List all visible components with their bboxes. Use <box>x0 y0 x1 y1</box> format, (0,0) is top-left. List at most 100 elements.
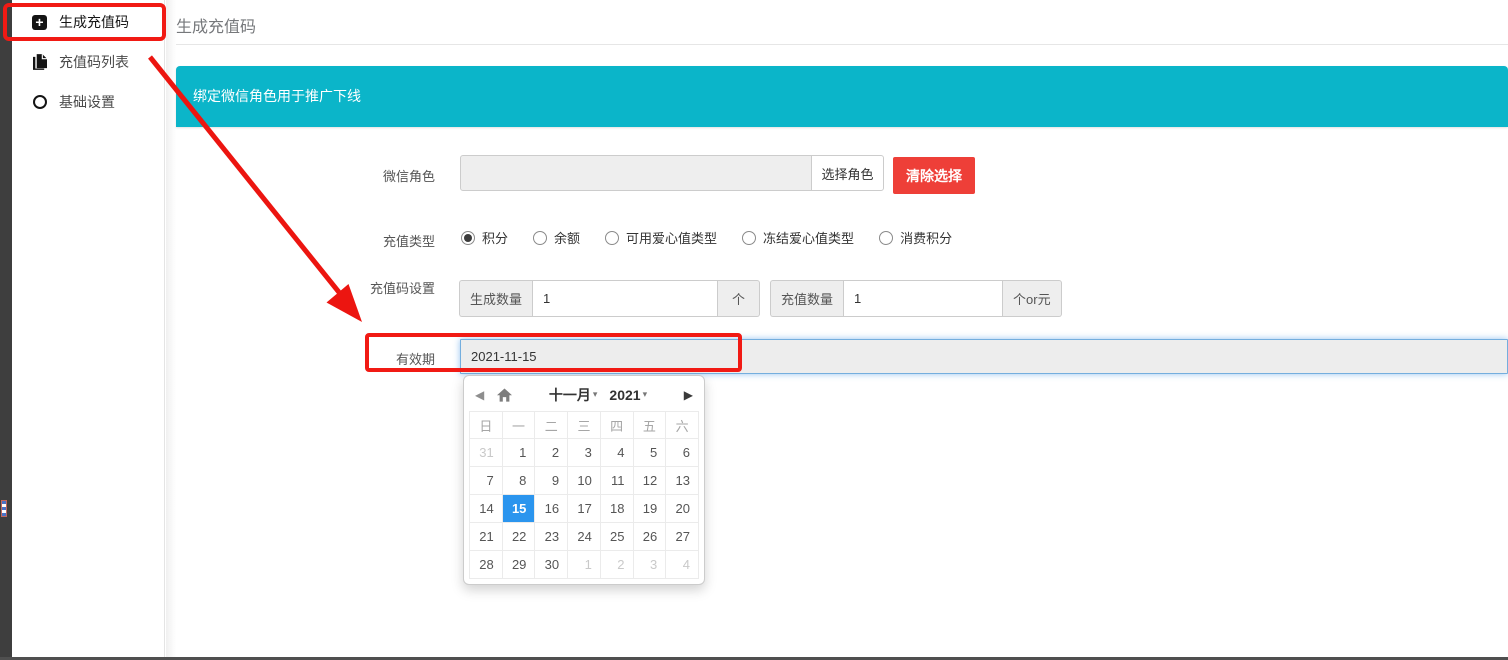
calendar-day[interactable]: 30 <box>535 551 568 579</box>
wechat-role-input[interactable] <box>460 155 812 191</box>
recharge-type-option-余额[interactable]: 余额 <box>533 228 580 247</box>
recharge-type-label: 充值类型 <box>176 231 435 250</box>
sidebar-item-基础设置[interactable]: 基础设置 <box>12 82 164 122</box>
calendar-day[interactable]: 20 <box>666 495 699 523</box>
calendar-day-selected[interactable]: 15 <box>502 495 535 523</box>
calendar-day[interactable]: 3 <box>568 439 601 467</box>
clear-selection-button[interactable]: 清除选择 <box>893 157 975 194</box>
generate-qty-group: 生成数量 个 <box>459 280 760 317</box>
wechat-role-label: 微信角色 <box>176 166 435 185</box>
radio-label: 积分 <box>482 228 508 247</box>
radio-icon <box>605 231 619 245</box>
calendar-day[interactable]: 4 <box>600 439 633 467</box>
calendar-day-header: 五 <box>633 412 666 439</box>
calendar-day[interactable]: 16 <box>535 495 568 523</box>
calendar-day[interactable]: 24 <box>568 523 601 551</box>
sidebar-item-充值码列表[interactable]: 充值码列表 <box>12 42 164 82</box>
calendar-day[interactable]: 9 <box>535 467 568 495</box>
page-title: 生成充值码 <box>176 13 256 37</box>
year-select[interactable]: 2021 <box>609 387 640 403</box>
calendar-day[interactable]: 28 <box>470 551 503 579</box>
title-divider <box>176 44 1508 45</box>
calendar-day[interactable]: 10 <box>568 467 601 495</box>
calendar-day-header: 六 <box>666 412 699 439</box>
calendar-table: 日一二三四五六 31123456789101112131415161718192… <box>469 411 699 579</box>
sidebar-item-label: 充值码列表 <box>59 52 129 72</box>
calendar-day[interactable]: 2 <box>600 551 633 579</box>
datepicker-popup: ◀ 十一月 ▾ 2021 ▾ ▶ 日一二三四五六 311234567891011… <box>463 375 705 585</box>
calendar-day[interactable]: 18 <box>600 495 633 523</box>
window-edge-strip <box>0 0 12 660</box>
datepicker-header: ◀ 十一月 ▾ 2021 ▾ ▶ <box>469 381 699 408</box>
calendar-day[interactable]: 1 <box>568 551 601 579</box>
radio-label: 可用爱心值类型 <box>626 228 717 247</box>
calendar-day[interactable]: 25 <box>600 523 633 551</box>
recharge-qty-input[interactable] <box>843 280 1003 317</box>
month-caret-icon[interactable]: ▾ <box>593 389 598 400</box>
validity-label: 有效期 <box>176 349 435 368</box>
radio-icon <box>742 231 756 245</box>
sidebar-item-生成充值码[interactable]: + 生成充值码 <box>12 2 164 42</box>
calendar-day[interactable]: 8 <box>502 467 535 495</box>
calendar-day[interactable]: 26 <box>633 523 666 551</box>
calendar-day[interactable]: 27 <box>666 523 699 551</box>
recharge-type-options: 积分 余额 可用爱心值类型 冻结爱心值类型 消费积分 <box>461 229 952 246</box>
generate-qty-addon: 生成数量 <box>459 280 532 317</box>
validity-date-input[interactable] <box>460 339 1508 374</box>
calendar-day-header: 日 <box>470 412 503 439</box>
calendar-day[interactable]: 22 <box>502 523 535 551</box>
sidebar: + 生成充值码充值码列表基础设置 <box>12 0 165 657</box>
radio-label: 消费积分 <box>900 228 952 247</box>
radio-icon <box>533 231 547 245</box>
calendar-day[interactable]: 5 <box>633 439 666 467</box>
panel-heading: 绑定微信角色用于推广下线 <box>176 66 1508 127</box>
calendar-day-header: 二 <box>535 412 568 439</box>
year-caret-icon[interactable]: ▾ <box>643 389 648 400</box>
calendar-day[interactable]: 6 <box>666 439 699 467</box>
recharge-qty-unit: 个or元 <box>1003 280 1062 317</box>
prev-month-icon[interactable]: ◀ <box>475 389 484 401</box>
code-settings-label: 充值码设置 <box>176 278 435 297</box>
generate-qty-input[interactable] <box>532 280 718 317</box>
calendar-day[interactable]: 17 <box>568 495 601 523</box>
radio-icon <box>879 231 893 245</box>
sidebar-item-label: 生成充值码 <box>59 12 129 32</box>
calendar-day[interactable]: 31 <box>470 439 503 467</box>
calendar-day[interactable]: 1 <box>502 439 535 467</box>
recharge-qty-group: 充值数量 个or元 <box>770 280 1062 317</box>
sidebar-item-label: 基础设置 <box>59 92 115 112</box>
radio-selected-icon <box>461 231 475 245</box>
copy-icon <box>31 54 48 70</box>
calendar-day[interactable]: 2 <box>535 439 568 467</box>
calendar-day-header: 四 <box>600 412 633 439</box>
recharge-type-option-消费积分[interactable]: 消费积分 <box>879 228 952 247</box>
calendar-day[interactable]: 4 <box>666 551 699 579</box>
recharge-type-option-可用爱心值类型[interactable]: 可用爱心值类型 <box>605 228 717 247</box>
home-icon[interactable] <box>497 388 512 402</box>
month-select[interactable]: 十一月 <box>549 385 591 405</box>
radio-label: 冻结爱心值类型 <box>763 228 854 247</box>
sidebar-nav: + 生成充值码充值码列表基础设置 <box>12 2 164 122</box>
calendar-day[interactable]: 14 <box>470 495 503 523</box>
plus-square-icon: + <box>31 15 48 30</box>
calendar-day-header: 一 <box>502 412 535 439</box>
circle-icon <box>31 95 48 109</box>
calendar-day[interactable]: 12 <box>633 467 666 495</box>
calendar-day[interactable]: 7 <box>470 467 503 495</box>
calendar-day[interactable]: 21 <box>470 523 503 551</box>
select-role-button[interactable]: 选择角色 <box>811 155 884 191</box>
generate-qty-unit: 个 <box>718 280 760 317</box>
recharge-type-option-积分[interactable]: 积分 <box>461 228 508 247</box>
calendar-day[interactable]: 13 <box>666 467 699 495</box>
calendar-day[interactable]: 11 <box>600 467 633 495</box>
next-month-icon[interactable]: ▶ <box>684 389 693 401</box>
edge-widget <box>1 500 7 517</box>
radio-label: 余额 <box>554 228 580 247</box>
calendar-day-header: 三 <box>568 412 601 439</box>
calendar-day[interactable]: 23 <box>535 523 568 551</box>
recharge-type-option-冻结爱心值类型[interactable]: 冻结爱心值类型 <box>742 228 854 247</box>
calendar-day[interactable]: 19 <box>633 495 666 523</box>
calendar-day[interactable]: 29 <box>502 551 535 579</box>
content-left-shadow <box>166 0 176 657</box>
calendar-day[interactable]: 3 <box>633 551 666 579</box>
